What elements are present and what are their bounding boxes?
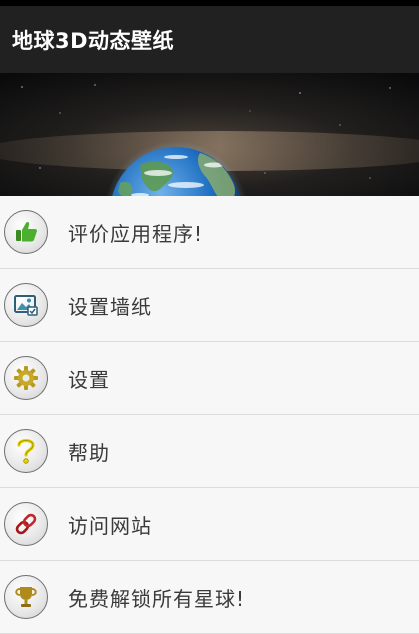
menu-item-unlock-planets[interactable]: 免费解锁所有星球! <box>0 561 419 634</box>
link-icon <box>4 502 48 546</box>
trophy-icon <box>4 575 48 619</box>
question-mark-icon <box>4 429 48 473</box>
gear-icon <box>4 356 48 400</box>
menu-item-set-wallpaper[interactable]: 设置墙纸 <box>0 269 419 342</box>
menu-item-label: 访问网站 <box>68 513 152 538</box>
menu-item-visit-website[interactable]: 访问网站 <box>0 488 419 561</box>
menu-item-settings[interactable]: 设置 <box>0 342 419 415</box>
menu-item-rate-app[interactable]: 评价应用程序! <box>0 196 419 269</box>
hero-earth-image <box>0 73 419 196</box>
menu-item-label: 设置 <box>68 367 110 392</box>
menu-item-label: 免费解锁所有星球! <box>68 586 246 611</box>
menu-item-label: 帮助 <box>68 440 110 465</box>
thumbs-up-icon <box>4 210 48 254</box>
app-bar: 地球3D动态壁纸 <box>0 6 419 73</box>
wallpaper-image-icon <box>4 283 48 327</box>
menu-item-help[interactable]: 帮助 <box>0 415 419 488</box>
app-title: 地球3D动态壁纸 <box>12 28 175 53</box>
menu-list: 评价应用程序! 设置墙纸 设置 帮助 访问网站 免费解锁所有星球! <box>0 196 419 634</box>
menu-item-label: 评价应用程序! <box>68 221 204 246</box>
menu-item-label: 设置墙纸 <box>68 294 152 319</box>
earth-illustration <box>0 73 419 196</box>
